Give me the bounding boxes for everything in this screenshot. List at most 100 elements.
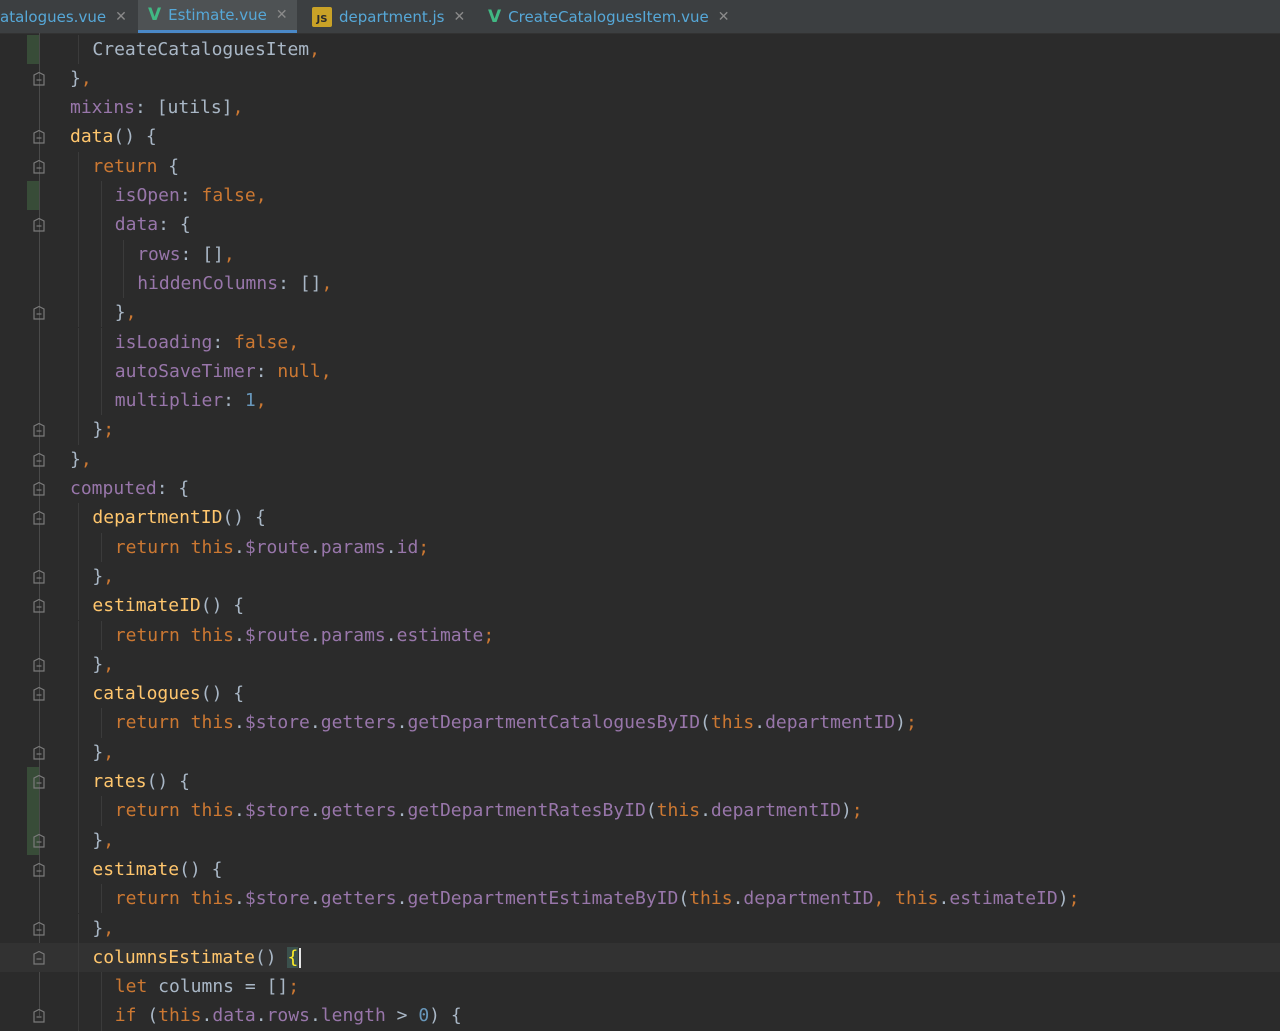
vcs-change-marker[interactable]	[27, 34, 39, 64]
code-line[interactable]: CreateCataloguesItem,	[0, 34, 1280, 64]
code-token: this	[895, 888, 939, 910]
code-line[interactable]: let columns = [];	[0, 972, 1280, 1002]
code-line[interactable]: return this.$route.params.id;	[0, 532, 1280, 562]
code-token: ;	[103, 419, 115, 441]
code-line[interactable]: },	[0, 298, 1280, 328]
fold-marker-icon[interactable]	[32, 452, 46, 467]
tab-department-js[interactable]: JS department.js ✕	[312, 0, 465, 33]
code-line[interactable]: columnsEstimate() {	[0, 942, 1280, 973]
code-text: isLoading: false,	[115, 328, 299, 357]
fold-marker-icon[interactable]	[32, 423, 46, 437]
code-line[interactable]: data() {	[0, 122, 1280, 151]
code-token: 1	[244, 390, 256, 412]
code-line[interactable]: catalogues() {	[0, 679, 1280, 709]
fold-marker-icon[interactable]	[32, 657, 46, 672]
code-line[interactable]: },	[0, 913, 1280, 943]
code-line[interactable]: },	[0, 561, 1280, 592]
tab-createcataloguesitem-vue[interactable]: V CreateCataloguesItem.vue ✕	[488, 0, 729, 33]
code-token: getDepartmentEstimateByID	[407, 888, 679, 910]
code-token: getters	[320, 712, 397, 734]
fold-marker-icon[interactable]	[32, 950, 46, 965]
code-line[interactable]: isOpen: false,	[0, 181, 1280, 211]
code-token: ,	[255, 390, 267, 412]
code-token: }	[92, 419, 104, 441]
fold-marker-icon[interactable]	[32, 921, 46, 936]
vcs-change-marker[interactable]	[27, 796, 39, 826]
fold-marker-icon[interactable]	[32, 71, 46, 86]
code-token: this	[689, 888, 733, 910]
code-line[interactable]: },	[0, 64, 1280, 93]
code-token: {	[287, 946, 299, 968]
code-line[interactable]: },	[0, 649, 1280, 680]
tab-label: atalogues.vue	[0, 7, 107, 26]
code-line[interactable]: },	[0, 825, 1280, 855]
fold-marker-icon[interactable]	[32, 569, 46, 584]
fold-marker-icon[interactable]	[32, 159, 46, 174]
code-line[interactable]: data: {	[0, 210, 1280, 240]
code-token: CreateCataloguesItem	[92, 38, 310, 60]
code-line[interactable]: rows: [],	[0, 239, 1280, 269]
code-editor[interactable]: CreateCataloguesItem,}, mixins: [utils], d…	[0, 33, 1280, 1031]
indent-guide	[78, 181, 80, 211]
close-tab-icon[interactable]: ✕	[454, 9, 466, 25]
close-tab-icon[interactable]: ✕	[276, 7, 288, 23]
code-line[interactable]: rates() {	[0, 767, 1280, 797]
code-text: },	[92, 914, 114, 943]
code-line[interactable]: departmentID() {	[0, 503, 1280, 533]
code-line[interactable]: autoSaveTimer: null,	[0, 356, 1280, 387]
code-token: .	[234, 624, 245, 646]
code-line[interactable]: return this.$store.getters.getDepartment…	[0, 884, 1280, 914]
fold-marker-icon[interactable]	[32, 775, 46, 789]
indent-guide	[78, 503, 80, 533]
code-token: }	[92, 741, 104, 763]
code-line[interactable]: hiddenColumns: [],	[0, 268, 1280, 299]
code-text: columnsEstimate() {	[92, 943, 302, 972]
code-line[interactable]: computed: {	[0, 474, 1280, 503]
code-line[interactable]: multiplier: 1,	[0, 386, 1280, 416]
code-line[interactable]: return this.$store.getters.getDepartment…	[0, 708, 1280, 738]
code-line[interactable]: mixins: [utils],	[0, 93, 1280, 122]
code-token: autoSaveTimer	[114, 360, 256, 382]
code-line[interactable]: if (this.data.rows.length > 0) {	[0, 1001, 1280, 1031]
code-line[interactable]: };	[0, 415, 1280, 445]
indent-guide	[78, 532, 80, 562]
code-line[interactable]: return {	[0, 151, 1280, 181]
code-line[interactable]: estimate() {	[0, 854, 1280, 885]
fold-marker-icon[interactable]	[32, 599, 46, 613]
indent-guide	[78, 591, 80, 621]
code-text: },	[70, 64, 92, 93]
indent-guide	[100, 620, 102, 650]
text-caret	[299, 947, 302, 968]
code-token: ,	[223, 243, 235, 265]
close-tab-icon[interactable]: ✕	[718, 9, 730, 25]
code-line[interactable]: estimateID() {	[0, 591, 1280, 621]
fold-marker-icon[interactable]	[32, 745, 46, 760]
fold-marker-icon[interactable]	[32, 511, 46, 525]
fold-marker-icon[interactable]	[32, 218, 46, 232]
code-line[interactable]: isLoading: false,	[0, 327, 1280, 357]
code-token: ,	[873, 888, 896, 910]
vcs-change-marker[interactable]	[27, 181, 39, 211]
code-token: ,	[103, 741, 115, 763]
fold-marker-icon[interactable]	[32, 687, 46, 701]
fold-marker-icon[interactable]	[32, 482, 46, 496]
code-text: rows: [],	[137, 240, 235, 269]
fold-marker-icon[interactable]	[32, 306, 46, 320]
tab-estimate-vue[interactable]: V Estimate.vue ✕	[138, 0, 297, 33]
fold-marker-icon[interactable]	[32, 862, 46, 877]
fold-marker-icon[interactable]	[32, 130, 46, 144]
code-token: $route	[244, 624, 310, 646]
fold-marker-icon[interactable]	[32, 1009, 46, 1023]
indent-guide	[100, 972, 102, 1002]
code-line[interactable]: },	[0, 737, 1280, 767]
close-tab-icon[interactable]: ✕	[115, 9, 127, 25]
code-token: estimateID	[949, 888, 1058, 910]
code-token: .	[309, 536, 321, 558]
code-line[interactable]: return this.$route.params.estimate;	[0, 620, 1280, 650]
code-line[interactable]: },	[0, 445, 1280, 474]
code-token: .	[234, 800, 245, 822]
code-token: rates	[92, 771, 147, 792]
fold-marker-icon[interactable]	[32, 833, 46, 848]
code-line[interactable]: return this.$store.getters.getDepartment…	[0, 796, 1280, 826]
tab-catalogues-vue[interactable]: atalogues.vue ✕	[0, 0, 127, 33]
